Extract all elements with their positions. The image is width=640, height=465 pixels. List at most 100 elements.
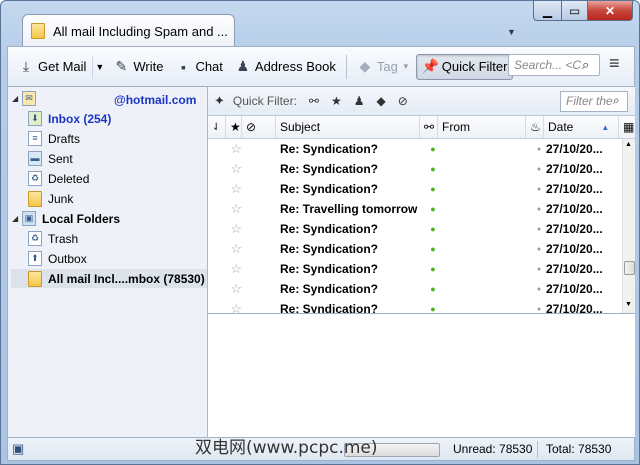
search-icon[interactable]: ⌕ xyxy=(613,93,620,108)
table-row[interactable]: ☆ Re: Syndication? ● ● 27/10/20... xyxy=(208,179,622,199)
junk-dot: ● xyxy=(536,185,542,193)
search-icon[interactable]: ⌕ xyxy=(582,57,589,73)
write-label: Write xyxy=(133,59,164,74)
table-row[interactable]: ☆ Re: Syndication? ● ● 27/10/20... xyxy=(208,259,622,279)
chevron-down-icon: ▼ xyxy=(401,62,410,71)
write-button[interactable]: ✎ Write xyxy=(107,54,169,80)
column-picker[interactable]: ▦ xyxy=(619,116,635,138)
table-row[interactable]: ☆ Re: Syndication? ● ● 27/10/20... xyxy=(208,239,622,259)
folder-trash[interactable]: ♻ Trash xyxy=(28,229,78,248)
online-status-icon[interactable]: ▣ xyxy=(12,441,24,457)
star-icon[interactable]: ☆ xyxy=(208,201,242,217)
folder-outbox[interactable]: ⬆ Outbox xyxy=(28,249,87,268)
quick-filter-button[interactable]: 📌 Quick Filter xyxy=(415,53,514,80)
folder-drafts[interactable]: ≡ Drafts xyxy=(28,129,80,148)
contact-filter-icon[interactable]: ⚯ xyxy=(309,94,319,108)
attachment-column[interactable]: ⊘ xyxy=(242,116,276,138)
folder-pane: ◢ ✉ @hotmail.com ⬇ Inbox (254) ≡ Drafts … xyxy=(7,87,208,437)
star-filter-icon[interactable]: ★ xyxy=(331,94,342,108)
junk-column[interactable]: ♨ xyxy=(526,116,544,138)
table-row[interactable]: ☆ Re: Syndication? ● ● 27/10/20... xyxy=(208,219,622,239)
star-column[interactable]: ★ xyxy=(226,116,242,138)
message-pane: ✦ Quick Filter: ⚯ ★ ♟ ◆ ⊘ Filter the ⌕ ⇃… xyxy=(208,87,635,437)
attachment-icon: ⊘ xyxy=(246,120,257,134)
star-icon[interactable]: ☆ xyxy=(208,141,242,157)
vertical-scrollbar[interactable]: ▲ ▼ xyxy=(622,139,635,313)
quick-filter-label: Quick Filter: xyxy=(232,94,297,108)
junk-dot: ● xyxy=(536,245,542,253)
menu-icon[interactable]: ≡ xyxy=(609,53,620,74)
tag-button[interactable]: ◆ Tag ▼ xyxy=(351,54,416,80)
star-icon[interactable]: ☆ xyxy=(208,221,242,237)
twisty-icon[interactable]: ◢ xyxy=(12,94,22,103)
outbox-icon: ⬆ xyxy=(28,251,42,266)
scroll-thumb[interactable] xyxy=(624,261,635,275)
row-date: 27/10/20... xyxy=(546,262,603,276)
row-date: 27/10/20... xyxy=(546,242,603,256)
chevron-down-icon[interactable]: ▼ xyxy=(507,27,516,37)
from-column[interactable]: From xyxy=(438,116,526,138)
twisty-icon[interactable]: ◢ xyxy=(12,214,22,223)
contact-column[interactable]: ⚯ xyxy=(420,116,438,138)
subject-column[interactable]: Subject xyxy=(276,116,420,138)
row-subject: Re: Syndication? xyxy=(280,242,379,256)
table-row[interactable]: ☆ Re: Syndication? ● ● 27/10/20... xyxy=(208,279,622,299)
star-icon[interactable]: ☆ xyxy=(208,161,242,177)
folder-all-mail[interactable]: All mail Incl....mbox (78530) xyxy=(11,269,207,288)
close-button[interactable]: ✕ xyxy=(587,1,633,21)
date-header: Date xyxy=(548,120,574,134)
star-icon[interactable]: ☆ xyxy=(208,281,242,297)
deleted-icon: ♻ xyxy=(28,171,42,186)
attachment-filter-icon[interactable]: ⊘ xyxy=(398,94,408,108)
folder-label: All mail Incl....mbox (78530) xyxy=(48,271,205,286)
folder-inbox[interactable]: ⬇ Inbox (254) xyxy=(28,109,111,128)
table-row[interactable]: ☆ Re: Syndication? ● ● 27/10/20... xyxy=(208,299,622,313)
table-row[interactable]: ☆ Re: Travelling tomorrow ● ● 27/10/20..… xyxy=(208,199,622,219)
maximize-button[interactable]: ▭ xyxy=(561,1,588,21)
chat-bubble-icon: ▪ xyxy=(180,58,186,75)
date-column[interactable]: Date ▲ xyxy=(544,116,619,138)
quick-filter-label: Quick Filter xyxy=(441,59,508,74)
get-mail-label: Get Mail xyxy=(38,59,87,74)
person-filter-icon[interactable]: ♟ xyxy=(354,94,365,108)
pane-splitter[interactable] xyxy=(208,313,635,314)
message-list: ☆ Re: Syndication? ● ● 27/10/20... ☆ Re:… xyxy=(208,139,622,313)
online-dot: ● xyxy=(430,264,436,274)
star-icon[interactable]: ☆ xyxy=(208,181,242,197)
star-icon[interactable]: ☆ xyxy=(208,261,242,277)
row-subject: Re: Travelling tomorrow xyxy=(280,202,418,216)
online-dot: ● xyxy=(430,164,436,174)
account-row[interactable]: ◢ ✉ @hotmail.com xyxy=(12,89,196,108)
folder-icon xyxy=(28,190,42,207)
total-count: Total: 78530 xyxy=(546,442,612,456)
column-picker-icon: ▦ xyxy=(623,120,635,134)
folder-label: Junk xyxy=(48,191,74,206)
table-row[interactable]: ☆ Re: Syndication? ● ● 27/10/20... xyxy=(208,159,622,179)
sent-icon: ▬ xyxy=(28,151,42,166)
folder-junk[interactable]: Junk xyxy=(28,189,73,208)
get-mail-button[interactable]: ⤓ Get Mail xyxy=(12,54,92,80)
get-mail-dropdown[interactable]: ▼ xyxy=(92,53,107,80)
table-row[interactable]: ☆ Re: Syndication? ● ● 27/10/20... xyxy=(208,139,622,159)
person-icon: ♟ xyxy=(236,58,250,74)
star-icon[interactable]: ☆ xyxy=(208,241,242,257)
row-date: 27/10/20... xyxy=(546,222,603,236)
folder-deleted[interactable]: ♻ Deleted xyxy=(28,169,89,188)
online-dot: ● xyxy=(430,224,436,234)
local-folders-row[interactable]: ◢ ▣ Local Folders xyxy=(12,209,120,228)
thread-column[interactable]: ⇃ xyxy=(208,116,226,138)
chat-button[interactable]: ▪ Chat xyxy=(169,54,228,80)
scroll-up-icon[interactable]: ▲ xyxy=(625,141,632,148)
address-book-label: Address Book xyxy=(254,59,336,74)
star-icon[interactable]: ☆ xyxy=(208,301,242,313)
folder-sent[interactable]: ▬ Sent xyxy=(28,149,73,168)
chat-label: Chat xyxy=(195,59,223,74)
address-book-button[interactable]: ♟ Address Book xyxy=(229,54,342,80)
tab-all-mail[interactable]: All mail Including Spam and ... xyxy=(22,14,235,47)
scroll-down-icon[interactable]: ▼ xyxy=(625,301,632,308)
row-date: 27/10/20... xyxy=(546,202,603,216)
minimize-button[interactable]: ▁ xyxy=(533,1,562,21)
folder-label: Inbox (254) xyxy=(48,111,112,126)
pin-icon[interactable]: ✦ xyxy=(214,93,225,109)
tag-filter-icon[interactable]: ◆ xyxy=(377,94,386,108)
